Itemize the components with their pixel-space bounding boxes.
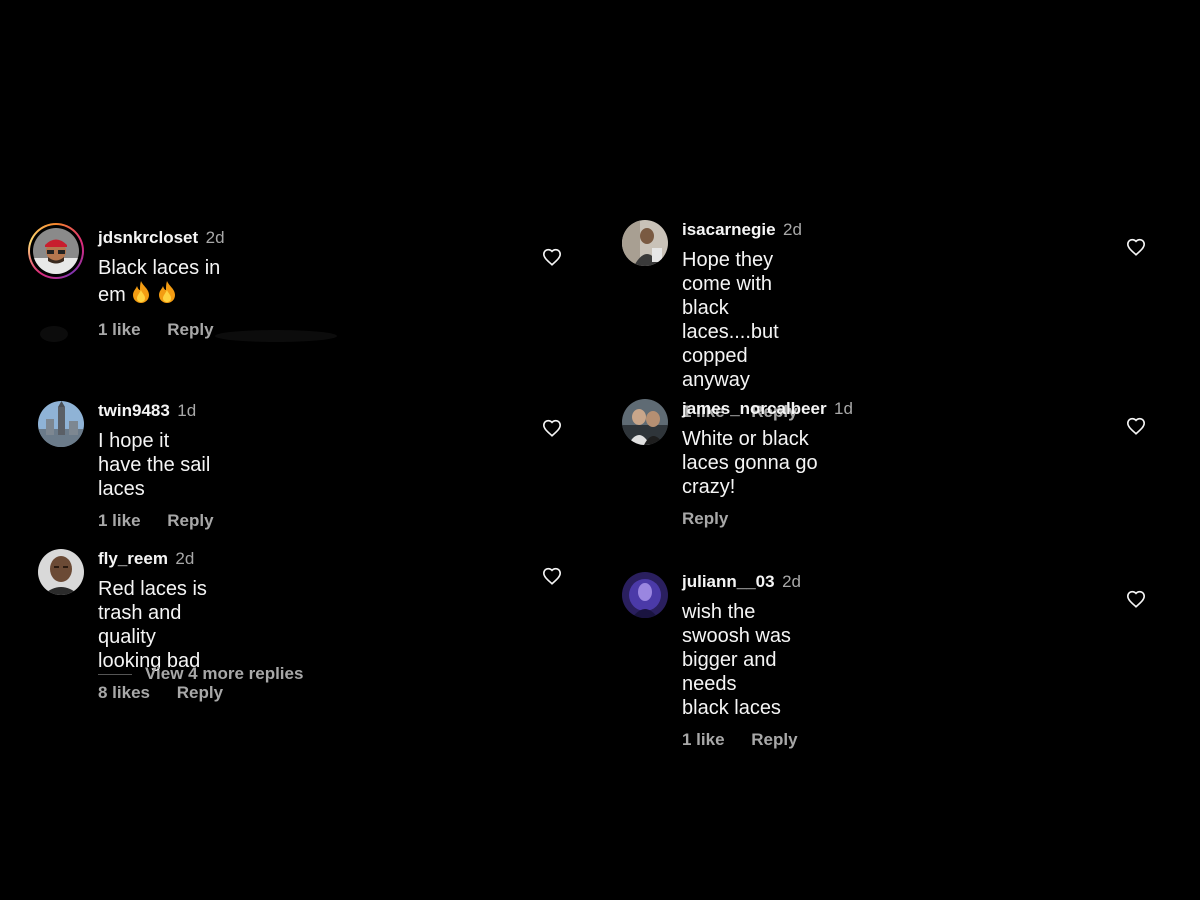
comment-body: james_norcalbeer 1d White or black laces… bbox=[682, 399, 853, 529]
reply-button[interactable]: Reply bbox=[751, 730, 797, 749]
background-smudge bbox=[215, 330, 337, 342]
timestamp: 2d bbox=[783, 220, 802, 239]
comment-text: White or black laces gonna go crazy! bbox=[682, 428, 818, 498]
heart-icon[interactable] bbox=[542, 248, 562, 266]
timestamp: 2d bbox=[205, 228, 225, 247]
view-more-label: View 4 more replies bbox=[145, 664, 304, 683]
avatar[interactable] bbox=[622, 220, 668, 266]
heart-icon[interactable] bbox=[542, 419, 562, 437]
avatar[interactable] bbox=[622, 399, 668, 445]
comment-text: Black laces in em bbox=[98, 256, 225, 310]
like-count[interactable]: 8 likes bbox=[98, 683, 150, 702]
comment-body: juliann__03 2d wish the swoosh was bigge… bbox=[682, 572, 801, 750]
comments-screenshot: jdsnkrcloset 2d Black laces in em 1 like… bbox=[0, 0, 1200, 900]
like-count[interactable]: 1 like bbox=[98, 320, 141, 339]
comment-text: Hope they come with black laces....but c… bbox=[682, 249, 779, 391]
comment-body: twin9483 1d I hope it have the sail lace… bbox=[98, 401, 214, 531]
reply-button[interactable]: Reply bbox=[167, 511, 213, 530]
avatar[interactable] bbox=[38, 401, 84, 447]
heart-icon[interactable] bbox=[1126, 417, 1146, 435]
fire-icon bbox=[156, 280, 178, 310]
comment-text: Red laces is trash and quality looking b… bbox=[98, 578, 207, 672]
divider bbox=[98, 673, 132, 675]
timestamp: 1d bbox=[177, 401, 197, 420]
username[interactable]: jdsnkrcloset bbox=[98, 228, 198, 247]
avatar[interactable] bbox=[622, 572, 668, 618]
timestamp: 2d bbox=[175, 549, 195, 568]
heart-icon[interactable] bbox=[1126, 238, 1146, 256]
heart-icon[interactable] bbox=[1126, 590, 1146, 608]
reply-button[interactable]: Reply bbox=[177, 683, 223, 702]
comment-text: wish the swoosh was bigger and needs bla… bbox=[682, 601, 791, 719]
avatar[interactable] bbox=[38, 549, 84, 595]
like-count[interactable]: 1 like bbox=[98, 511, 141, 530]
username[interactable]: juliann__03 bbox=[682, 572, 775, 591]
reply-button[interactable]: Reply bbox=[682, 509, 728, 528]
timestamp: 2d bbox=[782, 572, 801, 591]
username[interactable]: fly_reem bbox=[98, 549, 168, 568]
background-smudge bbox=[40, 326, 68, 342]
username[interactable]: twin9483 bbox=[98, 401, 170, 420]
username[interactable]: james_norcalbeer bbox=[682, 399, 827, 418]
comment-text: I hope it have the sail laces bbox=[98, 430, 211, 500]
username[interactable]: isacarnegie bbox=[682, 220, 776, 239]
timestamp: 1d bbox=[834, 399, 853, 418]
fire-icon bbox=[130, 280, 152, 310]
comment-body: isacarnegie 2d Hope they come with black… bbox=[682, 220, 802, 422]
avatar[interactable] bbox=[28, 223, 84, 279]
comment-body: jdsnkrcloset 2d Black laces in em 1 like… bbox=[98, 228, 225, 340]
reply-button[interactable]: Reply bbox=[167, 320, 213, 339]
heart-icon[interactable] bbox=[542, 567, 562, 585]
view-more-replies-button[interactable]: View 4 more replies bbox=[98, 664, 303, 684]
like-count[interactable]: 1 like bbox=[682, 730, 725, 749]
